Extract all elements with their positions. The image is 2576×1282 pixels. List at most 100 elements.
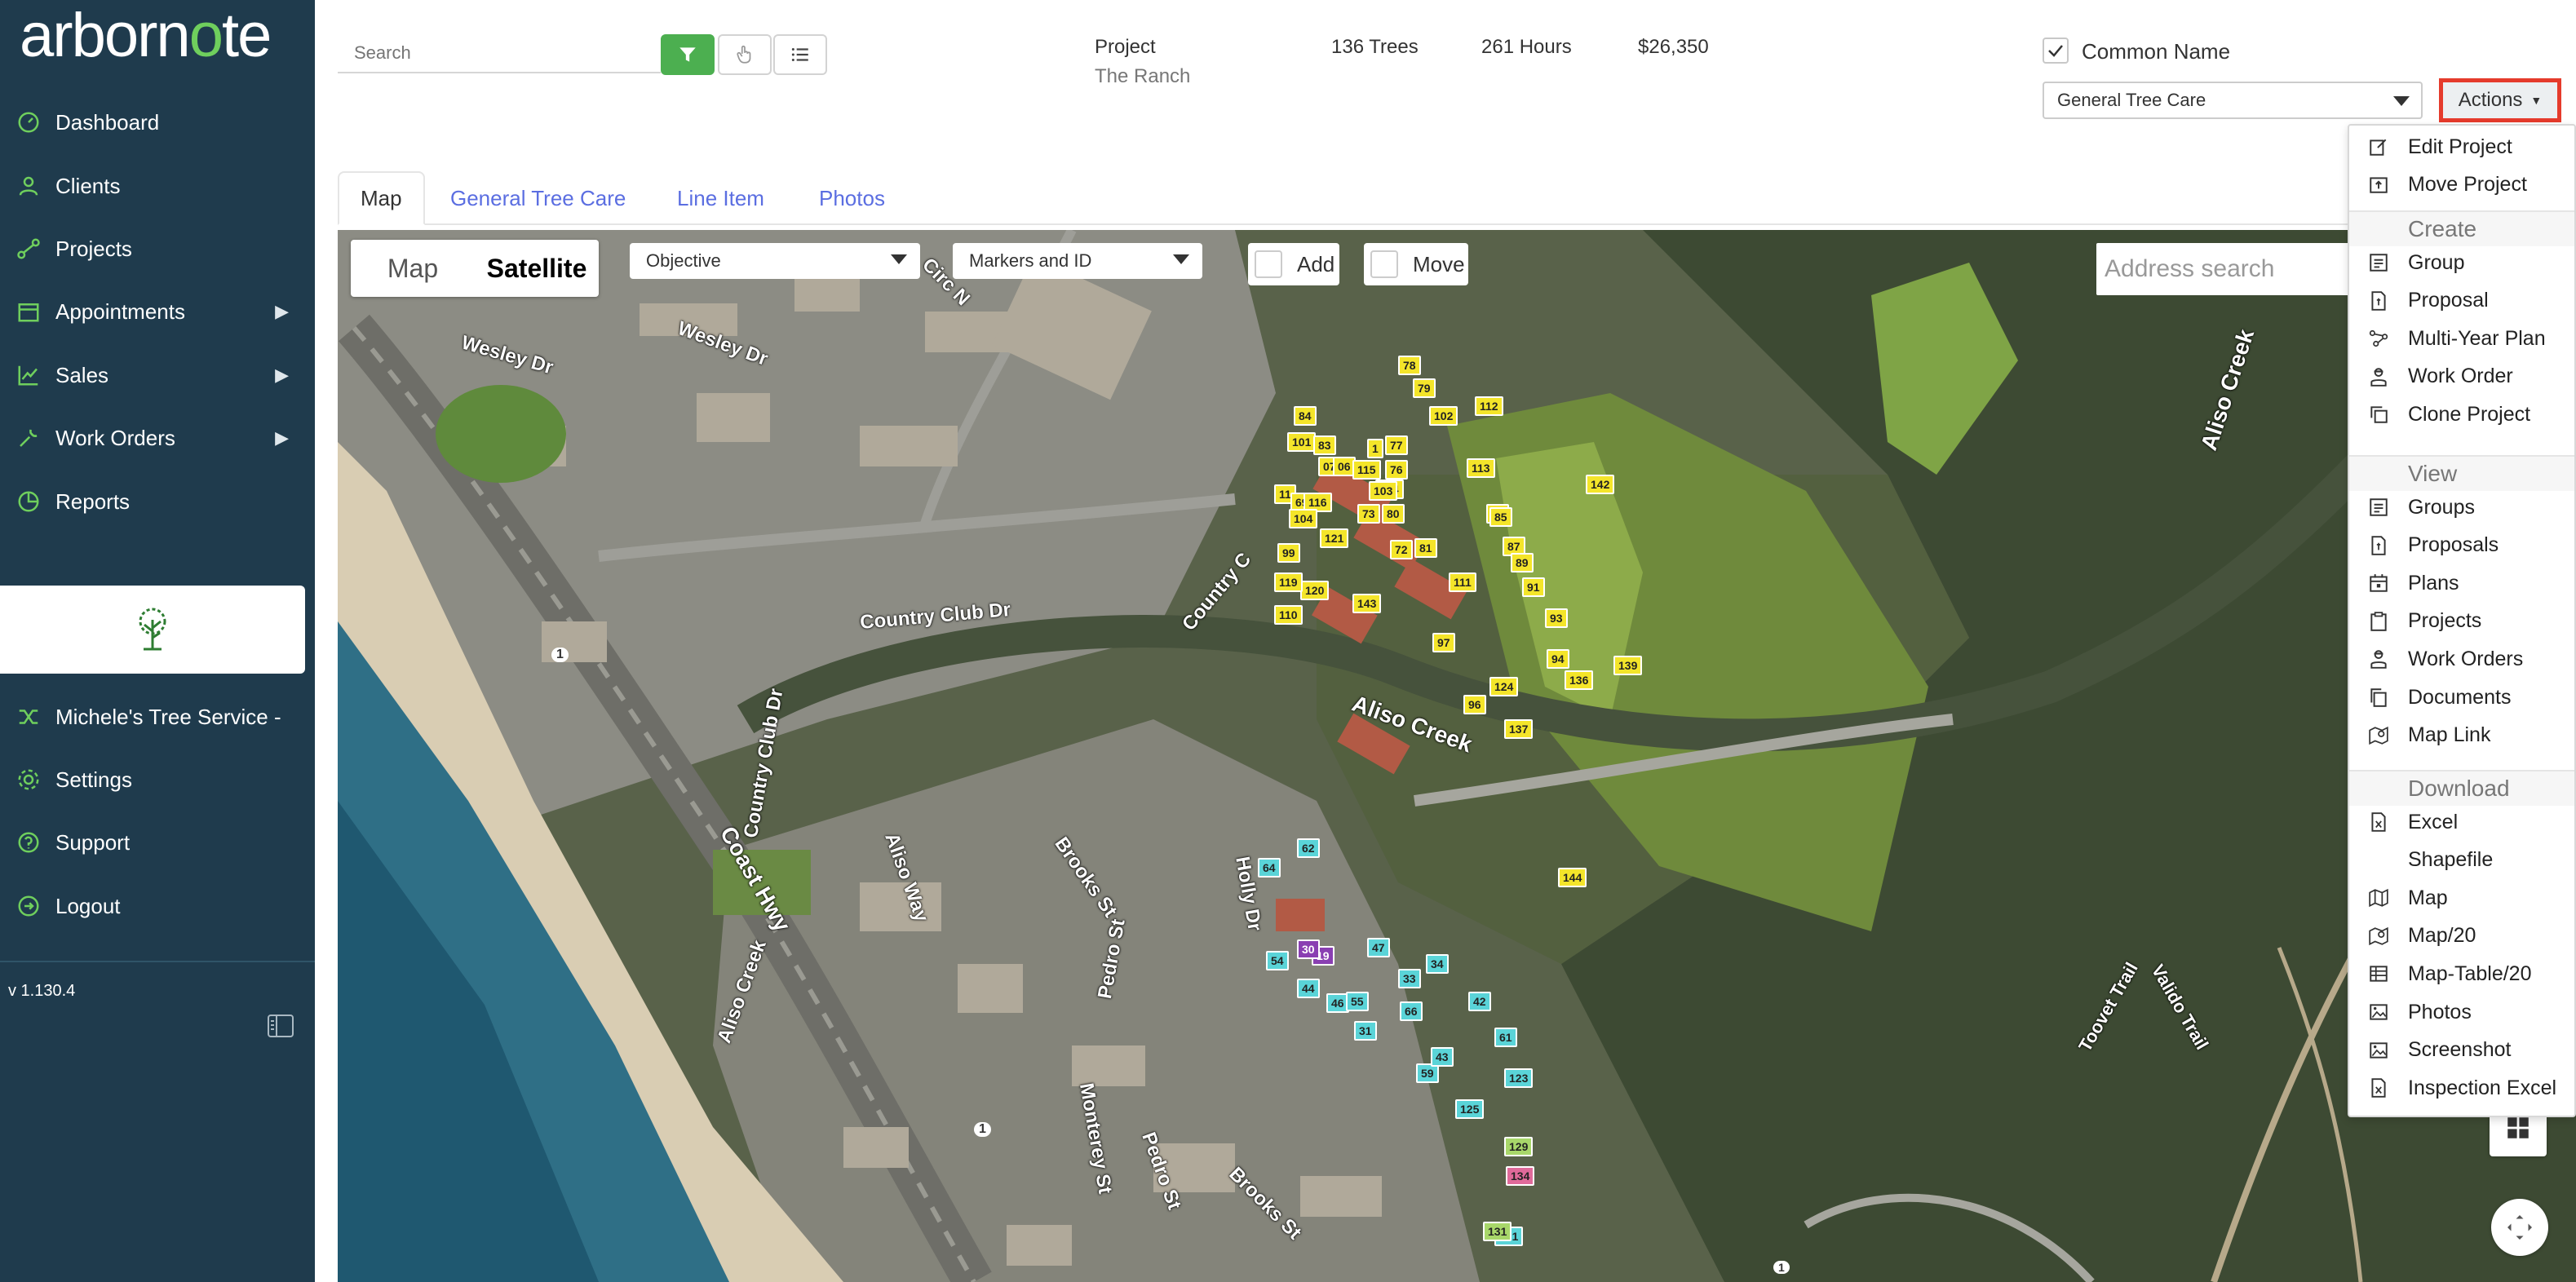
tree-marker[interactable]: 124: [1489, 677, 1519, 696]
move-checkbox[interactable]: [1370, 250, 1398, 278]
tree-marker[interactable]: 139: [1613, 656, 1643, 675]
company-switcher[interactable]: Michele's Tree Service -: [0, 694, 315, 740]
list-view-button[interactable]: [773, 34, 827, 75]
menu-item-proposals[interactable]: Proposals: [2349, 528, 2574, 564]
menu-item-work-orders[interactable]: Work Orders: [2349, 641, 2574, 677]
add-marker-toggle[interactable]: Add: [1248, 243, 1339, 285]
tree-marker[interactable]: 80: [1382, 504, 1405, 524]
sidebar-item-projects[interactable]: Projects: [0, 226, 315, 272]
menu-item-map[interactable]: Map: [2349, 880, 2574, 916]
sidebar-item-dashboard[interactable]: Dashboard: [0, 99, 315, 145]
sidebar-item-settings[interactable]: Settings: [0, 757, 315, 802]
actions-button[interactable]: Actions ▼: [2439, 78, 2561, 122]
tree-marker[interactable]: 131: [1483, 1222, 1512, 1241]
move-marker-toggle[interactable]: Move: [1364, 243, 1468, 285]
tree-marker[interactable]: 129: [1504, 1137, 1534, 1156]
filter-button[interactable]: [661, 34, 715, 75]
tree-marker[interactable]: 64: [1258, 858, 1281, 878]
tab-map[interactable]: Map: [338, 171, 425, 225]
tree-marker[interactable]: 54: [1266, 951, 1289, 970]
tree-marker[interactable]: 91: [1522, 577, 1545, 597]
select-tool-button[interactable]: [718, 34, 772, 75]
satellite-map[interactable]: Wesley Dr Wesley Dr Country Club Dr Coun…: [338, 230, 2576, 1282]
objective-select[interactable]: Objective: [630, 243, 920, 279]
add-checkbox[interactable]: [1255, 250, 1282, 278]
search-input[interactable]: [338, 36, 661, 70]
menu-item-proposal[interactable]: Proposal: [2349, 283, 2574, 319]
sidebar-item-support[interactable]: Support: [0, 820, 315, 865]
tree-marker[interactable]: 97: [1432, 633, 1455, 652]
service-select[interactable]: General Tree Care: [2043, 82, 2423, 119]
tree-marker[interactable]: 1: [1367, 439, 1383, 458]
menu-item-inspection-excel[interactable]: Inspection Excel: [2349, 1070, 2574, 1106]
tree-marker[interactable]: 77: [1385, 435, 1408, 455]
tree-marker[interactable]: 142: [1586, 475, 1615, 494]
map-type-satellite-button[interactable]: Satellite: [475, 240, 599, 297]
tree-marker[interactable]: 84: [1294, 406, 1317, 426]
menu-item-projects[interactable]: Projects: [2349, 603, 2574, 639]
tree-marker[interactable]: 99: [1277, 543, 1300, 563]
tree-marker[interactable]: 55: [1346, 992, 1369, 1011]
menu-item-shapefile[interactable]: Shapefile: [2349, 842, 2574, 878]
menu-item-map-table-20[interactable]: Map-Table/20: [2349, 956, 2574, 992]
tree-marker[interactable]: 85: [1489, 507, 1512, 527]
tree-marker[interactable]: 104: [1289, 509, 1318, 528]
tree-marker[interactable]: 30: [1297, 939, 1320, 959]
sidebar-item-sales[interactable]: Sales ▶: [0, 352, 315, 398]
tree-marker[interactable]: 34: [1426, 954, 1449, 974]
tree-marker[interactable]: 31: [1354, 1021, 1377, 1041]
app-logo[interactable]: arbornote: [20, 5, 272, 67]
menu-item-multi-year-plan[interactable]: Multi-Year Plan: [2349, 320, 2574, 356]
tree-marker[interactable]: 76: [1385, 460, 1408, 480]
tree-marker[interactable]: 121: [1320, 528, 1349, 548]
menu-item-map-20[interactable]: Map/20: [2349, 918, 2574, 954]
tree-marker[interactable]: 111: [1449, 572, 1476, 592]
markers-select[interactable]: Markers and ID: [953, 243, 1202, 279]
sidebar-item-reports[interactable]: Reports: [0, 479, 315, 524]
tree-marker[interactable]: 119: [1274, 572, 1303, 592]
map-camera-control[interactable]: [2491, 1199, 2548, 1256]
tree-marker[interactable]: 102: [1429, 406, 1458, 426]
menu-item-edit-project[interactable]: Edit Project: [2349, 129, 2574, 165]
tab-line-item[interactable]: Line Item: [656, 171, 786, 225]
tab-photos[interactable]: Photos: [798, 171, 906, 225]
tree-marker[interactable]: 136: [1565, 670, 1594, 690]
tree-marker[interactable]: 115: [1352, 460, 1381, 480]
menu-item-excel[interactable]: Excel: [2349, 804, 2574, 840]
tree-marker[interactable]: 93: [1545, 608, 1568, 628]
tree-marker[interactable]: 73: [1357, 504, 1380, 524]
sidebar-collapse-icon[interactable]: [268, 1015, 294, 1037]
tree-marker[interactable]: 120: [1300, 581, 1330, 600]
sidebar-item-logout[interactable]: Logout: [0, 883, 315, 929]
tree-marker[interactable]: 96: [1463, 695, 1486, 714]
menu-item-groups[interactable]: Groups: [2349, 489, 2574, 525]
tree-marker[interactable]: 79: [1413, 378, 1436, 398]
sidebar-item-clients[interactable]: Clients: [0, 163, 315, 209]
tree-marker[interactable]: 123: [1504, 1068, 1534, 1088]
sidebar-item-work-orders[interactable]: Work Orders ▶: [0, 415, 315, 461]
search-field[interactable]: [338, 36, 661, 73]
tree-marker[interactable]: 47: [1367, 938, 1390, 957]
menu-item-work-order[interactable]: Work Order: [2349, 359, 2574, 395]
tree-marker[interactable]: 137: [1504, 719, 1534, 739]
tree-marker[interactable]: 61: [1494, 1028, 1517, 1047]
menu-item-photos[interactable]: Photos: [2349, 994, 2574, 1030]
tree-marker[interactable]: 89: [1511, 553, 1534, 572]
menu-item-screenshot[interactable]: Screenshot: [2349, 1032, 2574, 1068]
tree-marker[interactable]: 43: [1431, 1047, 1454, 1067]
tree-marker[interactable]: 125: [1455, 1099, 1485, 1119]
address-search-input[interactable]: Address search: [2096, 243, 2357, 295]
tree-marker[interactable]: 42: [1468, 992, 1491, 1011]
menu-item-map-link[interactable]: Map Link: [2349, 718, 2574, 754]
tree-marker[interactable]: 94: [1547, 649, 1569, 669]
sidebar-item-appointments[interactable]: Appointments ▶: [0, 289, 315, 334]
tree-marker[interactable]: 134: [1506, 1166, 1535, 1186]
tree-marker[interactable]: 72: [1390, 540, 1413, 559]
tree-marker[interactable]: 33: [1398, 969, 1421, 988]
tree-marker[interactable]: 44: [1297, 979, 1320, 998]
tree-marker[interactable]: 81: [1414, 538, 1437, 558]
tree-marker[interactable]: 113: [1467, 458, 1495, 478]
menu-item-documents[interactable]: Documents: [2349, 679, 2574, 715]
tree-marker[interactable]: 110: [1274, 605, 1303, 625]
tree-marker[interactable]: 78: [1398, 356, 1421, 375]
